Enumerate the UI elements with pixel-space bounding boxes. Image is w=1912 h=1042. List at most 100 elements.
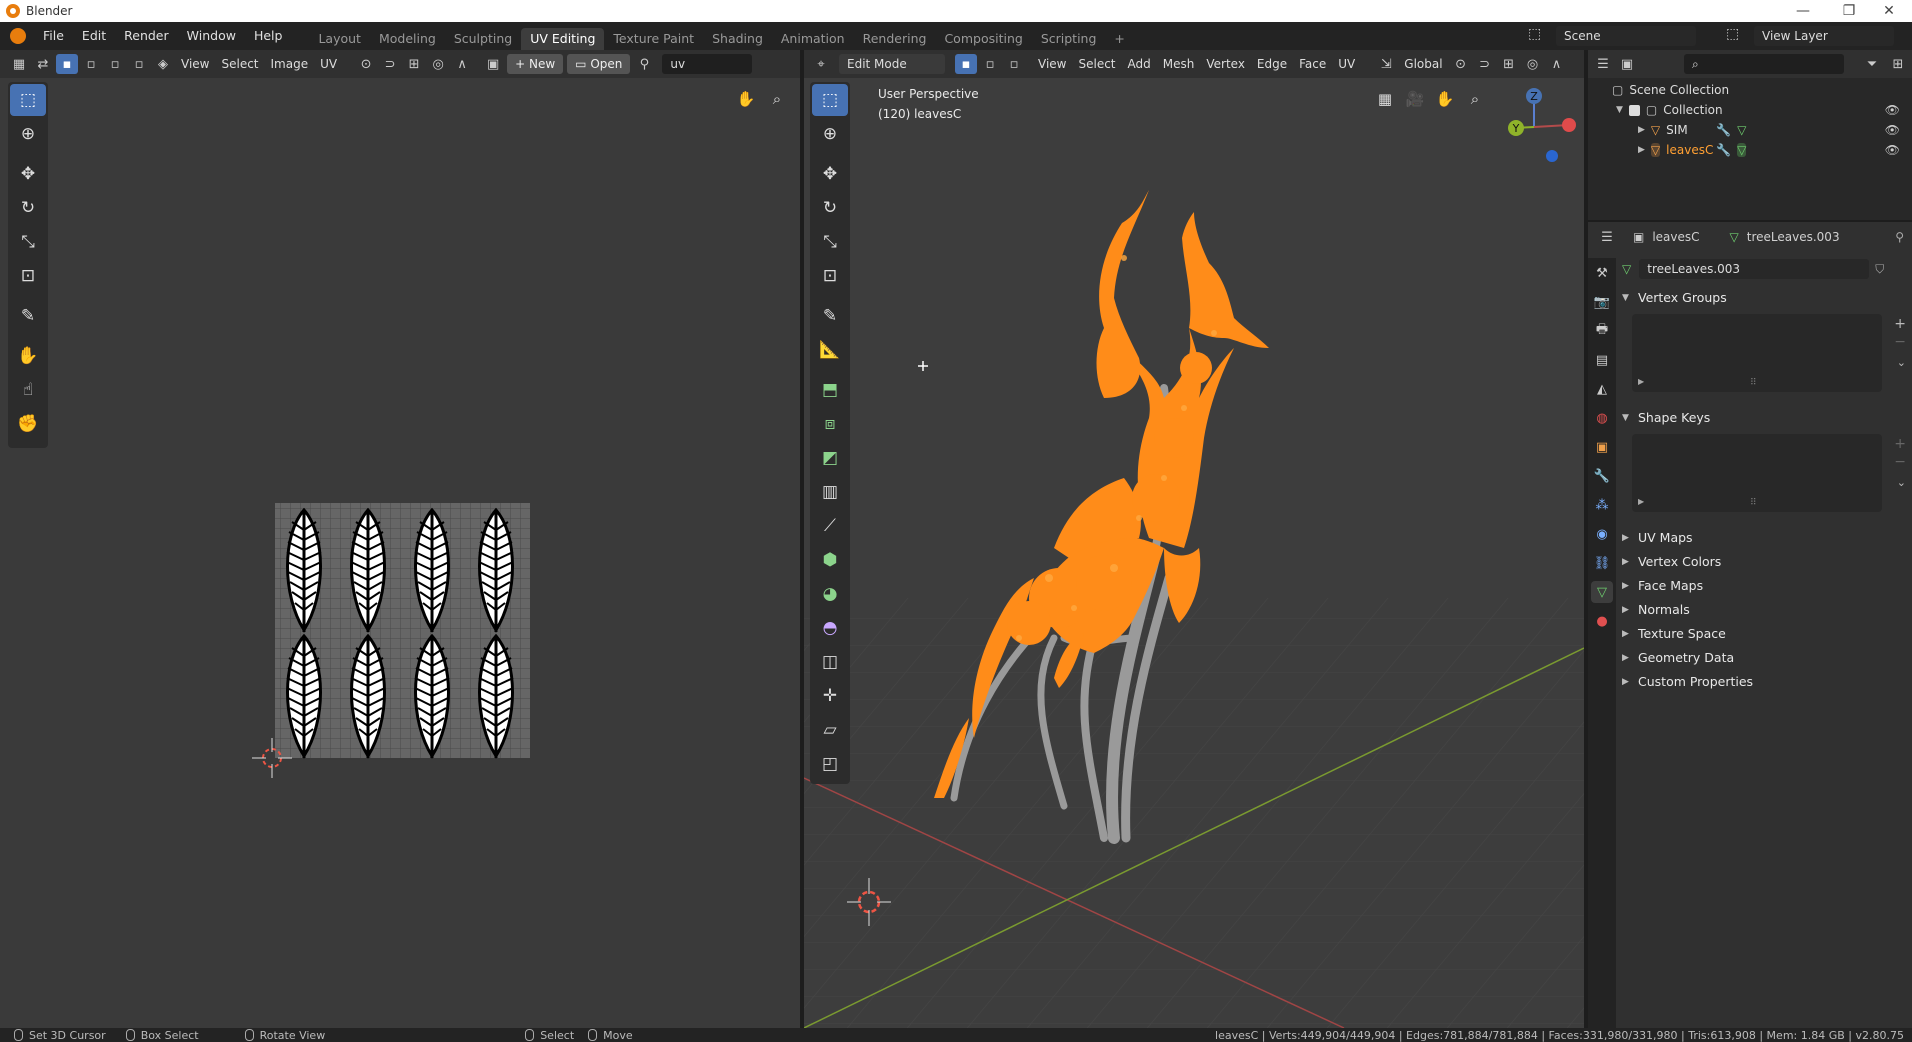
vp-scale-icon[interactable]: ⤡ <box>812 226 848 258</box>
shape-keys-list[interactable]: ▶ ⠿ <box>1632 434 1882 512</box>
add-shape-key-button[interactable]: + <box>1894 436 1906 452</box>
gizmo-x-axis[interactable] <box>1562 118 1576 132</box>
vertex-mode-icon[interactable]: ▪ <box>955 54 977 74</box>
panel-face-maps[interactable]: ▶ Face Maps <box>1622 578 1703 593</box>
breadcrumb-object[interactable]: leavesC <box>1652 230 1699 244</box>
modifiers-tab-icon[interactable]: 🔧 <box>1591 465 1613 487</box>
menu-window[interactable]: Window <box>178 22 245 50</box>
uv-menu-view[interactable]: View <box>175 52 215 76</box>
list-options-icon[interactable]: ▶ <box>1638 377 1644 386</box>
shrink-fatten-icon[interactable]: ✛ <box>812 680 848 712</box>
tab-modeling[interactable]: Modeling <box>370 28 445 50</box>
snap-toggle-icon[interactable]: ⊃ <box>1474 54 1496 74</box>
outliner-editor-icon[interactable]: ☰ <box>1592 54 1614 74</box>
collection-row[interactable]: ▼ ▢ Collection 👁 <box>1616 100 1906 120</box>
toggle-camera-view-icon[interactable]: ▦ <box>1372 86 1398 112</box>
knife-icon[interactable]: ⟋ <box>812 510 848 542</box>
vp-measure-icon[interactable]: 📐 <box>812 334 848 366</box>
menu-render[interactable]: Render <box>115 22 178 50</box>
visibility-eye-icon[interactable]: 👁 <box>1885 103 1900 117</box>
expand-arrow-icon[interactable]: ▼ <box>1616 105 1623 115</box>
menu-file[interactable]: File <box>34 22 73 50</box>
panel-normals[interactable]: ▶ Normals <box>1622 602 1690 617</box>
add-workspace-button[interactable]: + <box>1105 28 1133 50</box>
spin-icon[interactable]: ◕ <box>812 578 848 610</box>
filter-icon[interactable]: ⏷ <box>1861 54 1883 74</box>
pivot-point-icon[interactable]: ⊙ <box>1450 54 1472 74</box>
vp-menu-mesh[interactable]: Mesh <box>1157 52 1201 76</box>
panel-vertex-groups[interactable]: ▼ Vertex Groups <box>1622 290 1727 305</box>
tab-texture-paint[interactable]: Texture Paint <box>604 28 703 50</box>
properties-editor-icon[interactable]: ☰ <box>1596 227 1618 247</box>
annotate-tool-icon[interactable]: ✎ <box>10 300 46 332</box>
vp-annotate-icon[interactable]: ✎ <box>812 300 848 332</box>
shear-icon[interactable]: ▱ <box>812 714 848 746</box>
snap-icon[interactable]: ⊃ <box>379 54 401 74</box>
mesh-data-icon[interactable]: ▽ <box>1737 123 1746 137</box>
constraints-tab-icon[interactable]: ⛓ <box>1591 552 1613 574</box>
image-browse-icon[interactable]: ▣ <box>482 54 504 74</box>
mesh-data-name-field[interactable]: treeLeaves.003 <box>1639 259 1870 279</box>
orientation-selector[interactable]: Global <box>1398 52 1448 76</box>
object-row-sim[interactable]: ▶ ▽ SIM 🔧 ▽ 👁 <box>1638 120 1906 140</box>
select-box-tool-icon[interactable]: ⬚ <box>10 84 46 116</box>
pan-view-icon[interactable]: ✋ <box>733 86 759 112</box>
material-tab-icon[interactable]: ● <box>1591 610 1613 632</box>
vertex-select-icon[interactable]: ▪ <box>56 54 78 74</box>
vp-transform-icon[interactable]: ⊡ <box>812 260 848 292</box>
tab-compositing[interactable]: Compositing <box>935 28 1031 50</box>
output-tab-icon[interactable]: 🖶 <box>1591 320 1613 342</box>
vp-move-icon[interactable]: ✥ <box>812 158 848 190</box>
scene-collection-row[interactable]: ▢ Scene Collection <box>1612 80 1729 100</box>
vp-menu-select[interactable]: Select <box>1072 52 1121 76</box>
vertex-group-specials-icon[interactable]: ⌄ <box>1897 356 1906 369</box>
list-resize-handle-icon[interactable]: ⠿ <box>1750 378 1757 388</box>
physics-tab-icon[interactable]: ◉ <box>1591 523 1613 545</box>
new-image-button[interactable]: + New <box>507 54 564 74</box>
vp-select-box-icon[interactable]: ⬚ <box>812 84 848 116</box>
minimize-button[interactable]: — <box>1780 0 1826 22</box>
viewport-area[interactable]: ⬚ ⊕ ✥ ↻ ⤡ ⊡ ✎ 📐 ⬒ ⧈ ◩ ▥ ⟋ ⬢ ◕ ◓ ◫ ✛ ▱ ◰ … <box>804 78 1584 1028</box>
open-image-button[interactable]: ▭ Open <box>567 54 631 74</box>
extrude-icon[interactable]: ⬒ <box>812 374 848 406</box>
vp-cursor-icon[interactable]: ⊕ <box>812 118 848 150</box>
edge-slide-icon[interactable]: ◫ <box>812 646 848 678</box>
sync-selection-icon[interactable]: ⇄ <box>32 54 54 74</box>
vp-rotate-icon[interactable]: ↻ <box>812 192 848 224</box>
vp-menu-edge[interactable]: Edge <box>1251 52 1293 76</box>
modifier-wrench-icon[interactable]: 🔧 <box>1716 123 1731 137</box>
panel-geometry-data[interactable]: ▶ Geometry Data <box>1622 650 1734 665</box>
blender-menu-icon[interactable] <box>10 28 26 44</box>
vp-menu-vertex[interactable]: Vertex <box>1200 52 1251 76</box>
snap-element-icon[interactable]: ⊞ <box>1498 54 1520 74</box>
pin-icon[interactable]: ⚲ <box>1895 230 1904 244</box>
gizmo-neg-z-axis[interactable] <box>1546 150 1558 162</box>
view-layer-icon[interactable]: ⬚ <box>1726 26 1739 42</box>
fake-user-shield-icon[interactable]: ⛉ <box>1875 262 1884 277</box>
panel-uv-maps[interactable]: ▶ UV Maps <box>1622 530 1693 545</box>
world-tab-icon[interactable]: ◍ <box>1591 407 1613 429</box>
editor-type-icon[interactable]: ▦ <box>8 54 30 74</box>
shape-key-specials-icon[interactable]: ⌄ <box>1897 476 1906 489</box>
falloff-icon[interactable]: ∧ <box>451 54 473 74</box>
proportional-falloff-icon[interactable]: ∧ <box>1546 54 1568 74</box>
tab-shading[interactable]: Shading <box>703 28 772 50</box>
vp-menu-uv[interactable]: UV <box>1332 52 1361 76</box>
move-tool-icon[interactable]: ✥ <box>10 158 46 190</box>
menu-help[interactable]: Help <box>245 22 292 50</box>
object-tab-icon[interactable]: ▣ <box>1591 436 1613 458</box>
panel-vertex-colors[interactable]: ▶ Vertex Colors <box>1622 554 1721 569</box>
panel-shape-keys[interactable]: ▼ Shape Keys <box>1622 410 1710 425</box>
camera-view-icon[interactable]: 🎥 <box>1402 86 1428 112</box>
proportional-toggle-icon[interactable]: ◎ <box>1522 54 1544 74</box>
zoom-icon[interactable]: ⌕ <box>1462 86 1488 112</box>
checkbox-icon[interactable] <box>1628 104 1640 116</box>
rotate-tool-icon[interactable]: ↻ <box>10 192 46 224</box>
uv-texture-canvas[interactable] <box>220 398 540 798</box>
vertex-groups-list[interactable]: ▶ ⠿ <box>1632 314 1882 392</box>
orientation-icon[interactable]: ⇲ <box>1375 54 1397 74</box>
grab-tool-icon[interactable]: ✋ <box>10 340 46 372</box>
pan-icon[interactable]: ✋ <box>1432 86 1458 112</box>
view-layer-selector[interactable]: View Layer <box>1754 26 1894 46</box>
proportional-edit-icon[interactable]: ◎ <box>427 54 449 74</box>
